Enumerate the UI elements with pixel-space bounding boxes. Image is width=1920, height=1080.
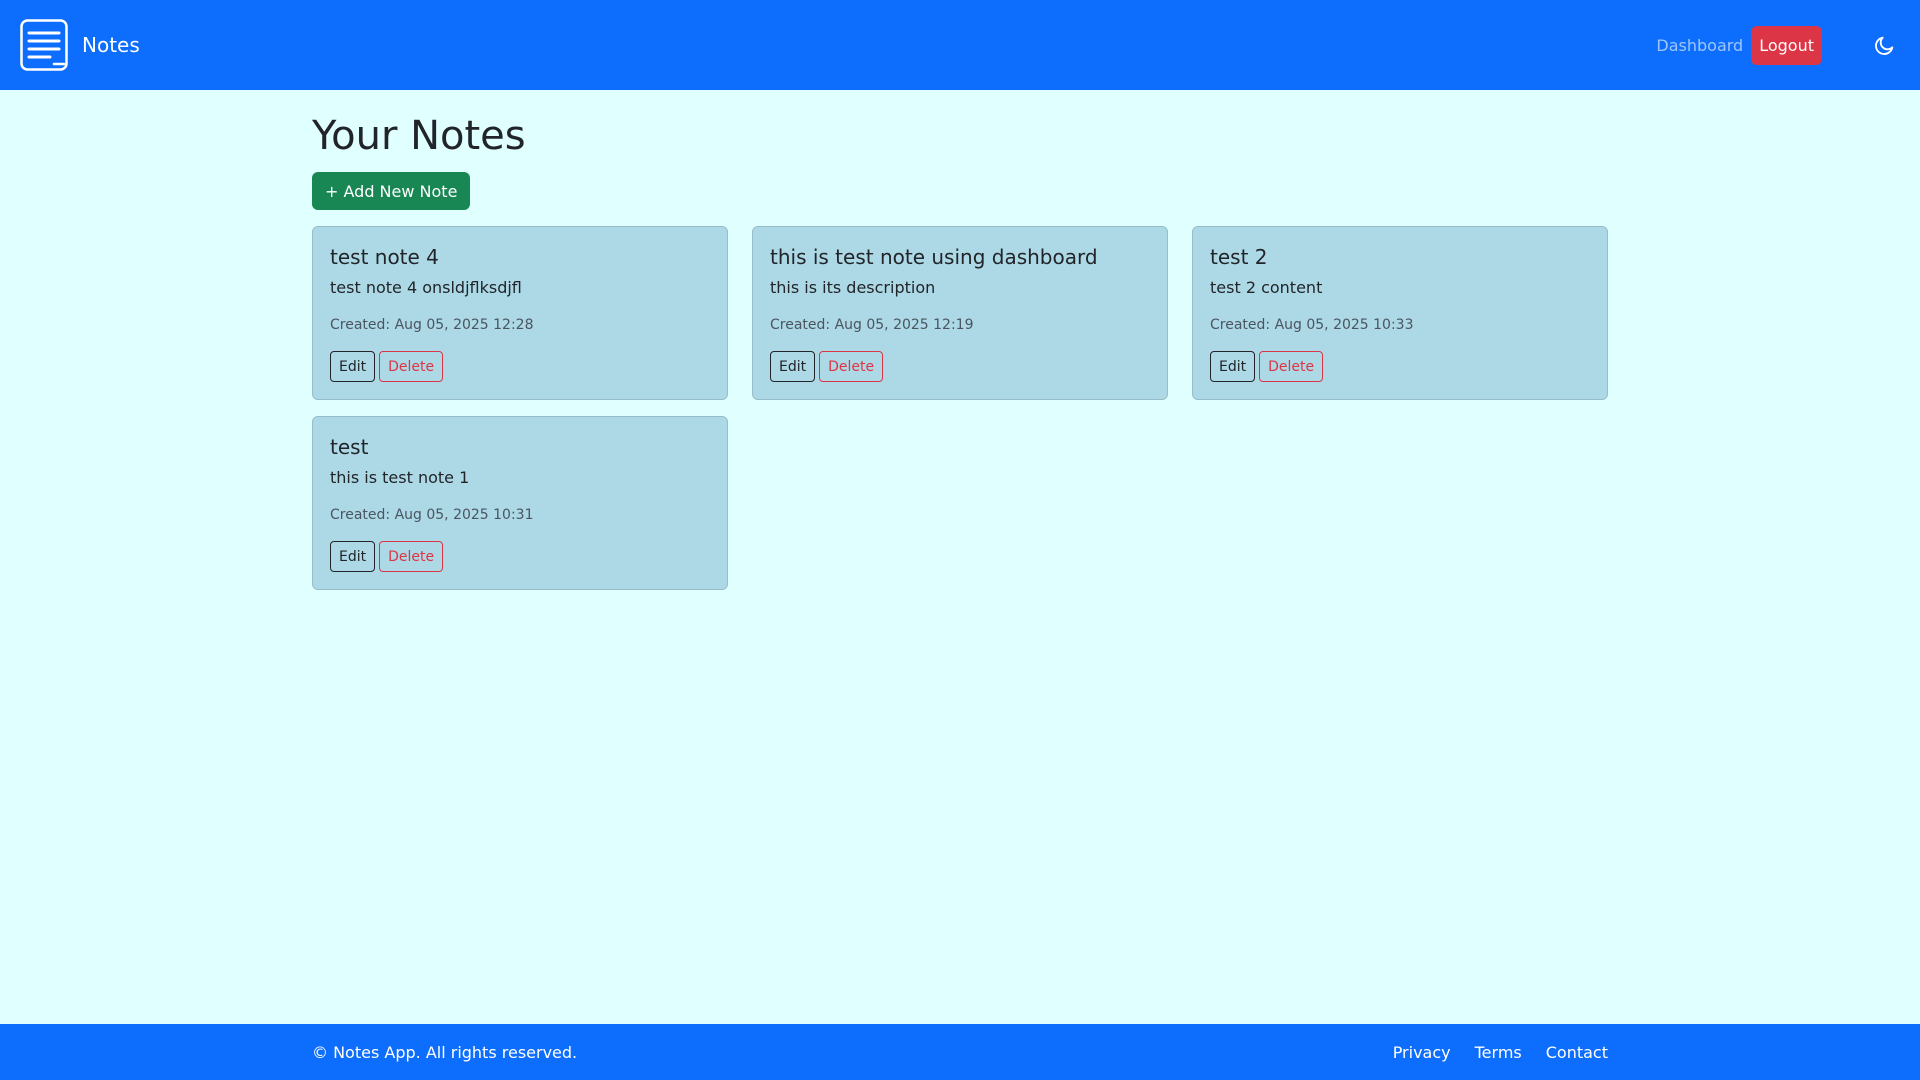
- privacy-link[interactable]: Privacy: [1393, 1043, 1451, 1062]
- notes-grid: test note 4 test note 4 onsldjflksdjfl C…: [312, 226, 1608, 590]
- footer: © Notes App. All rights reserved. Privac…: [0, 1024, 1920, 1080]
- delete-button[interactable]: Delete: [379, 541, 444, 572]
- note-actions: Edit Delete: [330, 351, 710, 382]
- note-created: Created: Aug 05, 2025 12:28: [330, 317, 534, 333]
- page-title: Your Notes: [312, 113, 526, 159]
- navbar: Notes Dashboard Logout: [0, 0, 1920, 90]
- note-actions: Edit Delete: [1210, 351, 1590, 382]
- copyright-text: © Notes App. All rights reserved.: [312, 1042, 578, 1062]
- brand-label: Notes: [82, 33, 140, 57]
- note-title: test 2: [1210, 245, 1268, 269]
- contact-link[interactable]: Contact: [1546, 1043, 1608, 1062]
- edit-button[interactable]: Edit: [1210, 351, 1256, 382]
- note-title: this is test note using dashboard: [770, 245, 1098, 269]
- main-content: Your Notes + Add New Note test note 4 te…: [312, 90, 1608, 590]
- note-created: Created: Aug 05, 2025 10:33: [1210, 317, 1414, 333]
- notes-icon: [20, 19, 68, 71]
- note-actions: Edit Delete: [770, 351, 1150, 382]
- note-card: this is test note using dashboard this i…: [752, 226, 1168, 400]
- add-note-button[interactable]: + Add New Note: [312, 172, 471, 210]
- note-card: test this is test note 1 Created: Aug 05…: [312, 416, 728, 590]
- footer-inner: © Notes App. All rights reserved. Privac…: [312, 1024, 1608, 1080]
- note-actions: Edit Delete: [330, 541, 710, 572]
- dashboard-link[interactable]: Dashboard: [1656, 36, 1743, 55]
- terms-link[interactable]: Terms: [1475, 1043, 1522, 1062]
- edit-button[interactable]: Edit: [330, 351, 376, 382]
- logout-button[interactable]: Logout: [1751, 25, 1822, 65]
- edit-button[interactable]: Edit: [770, 351, 816, 382]
- delete-button[interactable]: Delete: [1259, 351, 1324, 382]
- note-card: test 2 test 2 content Created: Aug 05, 2…: [1192, 226, 1608, 400]
- delete-button[interactable]: Delete: [379, 351, 444, 382]
- brand[interactable]: Notes: [20, 19, 140, 71]
- note-title: test note 4: [330, 245, 439, 269]
- delete-button[interactable]: Delete: [819, 351, 884, 382]
- footer-links: Privacy Terms Contact: [1393, 1043, 1608, 1062]
- note-created: Created: Aug 05, 2025 10:31: [330, 507, 534, 523]
- nav-right: Dashboard Logout: [1656, 0, 1920, 90]
- note-created: Created: Aug 05, 2025 12:19: [770, 317, 974, 333]
- moon-icon: [1875, 36, 1894, 55]
- note-content: this is its description: [770, 278, 936, 297]
- note-content: this is test note 1: [330, 468, 470, 487]
- note-content: test note 4 onsldjflksdjfl: [330, 278, 522, 297]
- note-content: test 2 content: [1210, 278, 1323, 297]
- note-card: test note 4 test note 4 onsldjflksdjfl C…: [312, 226, 728, 400]
- theme-toggle[interactable]: [1872, 32, 1898, 58]
- edit-button[interactable]: Edit: [330, 541, 376, 572]
- note-title: test: [330, 435, 369, 459]
